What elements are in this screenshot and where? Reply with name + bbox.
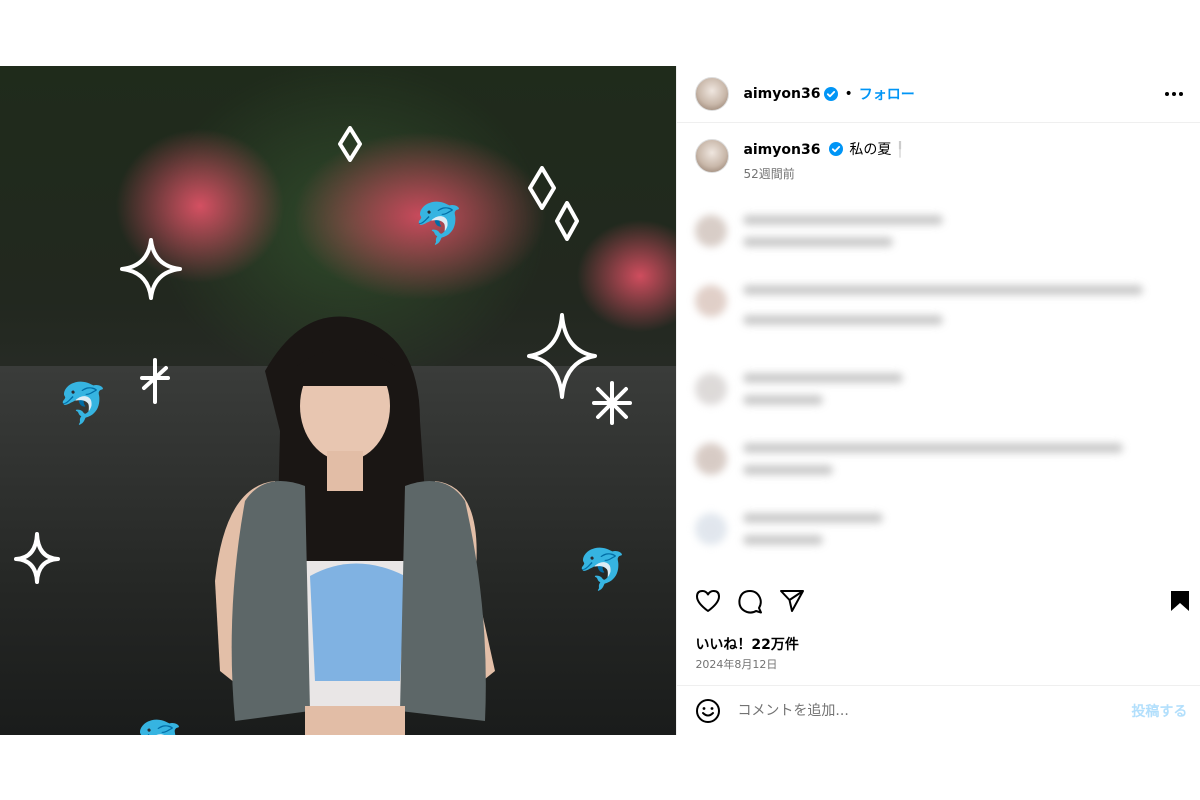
- dolphin-emoji: 🐬: [134, 722, 184, 735]
- comment-item: [695, 373, 904, 417]
- verified-badge-icon: [828, 142, 843, 156]
- comments-list-blurred: [677, 203, 1200, 583]
- sparkle-icon: [14, 532, 60, 584]
- sparkle-icon: [528, 166, 556, 210]
- avatar[interactable]: [695, 77, 730, 111]
- add-comment-bar: 投稿する: [677, 685, 1200, 736]
- caption-timestamp[interactable]: 52週間前: [743, 165, 904, 182]
- exclamation-icon: ╿: [895, 142, 905, 158]
- follow-button[interactable]: フォロー: [859, 84, 915, 104]
- sparkle-icon: [338, 126, 362, 162]
- like-count[interactable]: いいね！22万件: [695, 634, 798, 654]
- more-horizontal-icon[interactable]: [1164, 91, 1184, 97]
- verified-badge-icon: [824, 87, 839, 101]
- post-photo[interactable]: 🐬 🐬 🐬 🐬: [0, 66, 677, 735]
- sparkle-icon: [592, 381, 632, 425]
- action-bar: [695, 589, 1191, 623]
- post-header: aimyon36 • フォロー: [677, 66, 1200, 123]
- heart-icon[interactable]: [695, 589, 721, 613]
- comment-item: [695, 215, 944, 259]
- instagram-post: 🐬 🐬 🐬 🐬 aimyon36 • フォロー aimyon36: [0, 66, 1200, 735]
- avatar[interactable]: [695, 139, 730, 173]
- comment-item: [695, 513, 884, 557]
- dolphin-emoji: 🐬: [414, 201, 464, 247]
- sparkle-icon: [140, 358, 170, 404]
- share-icon[interactable]: [779, 589, 805, 613]
- caption-username[interactable]: aimyon36: [743, 142, 820, 158]
- caption-body: aimyon36 私の夏 ╿ 52週間前: [743, 139, 904, 182]
- dolphin-emoji: 🐬: [577, 547, 627, 593]
- separator: •: [844, 86, 853, 102]
- emoji-icon[interactable]: [695, 698, 721, 724]
- comment-item: [695, 285, 1144, 337]
- dolphin-emoji: 🐬: [58, 381, 108, 427]
- comment-input[interactable]: [735, 702, 1100, 720]
- comment-item: [695, 443, 1124, 487]
- sparkle-icon: [555, 201, 579, 241]
- person-figure: [215, 316, 495, 735]
- post-caption: aimyon36 私の夏 ╿ 52週間前: [677, 123, 1200, 182]
- bookmark-icon[interactable]: [1169, 589, 1191, 613]
- username-link[interactable]: aimyon36: [743, 86, 820, 102]
- post-sidebar: aimyon36 • フォロー aimyon36 私の夏 ╿ 52週間前 いいね…: [676, 66, 1200, 735]
- sparkle-icon: [527, 313, 597, 399]
- post-date[interactable]: 2024年8月12日: [695, 656, 777, 672]
- sparkle-icon: [120, 238, 182, 300]
- caption-text: 私の夏: [849, 142, 892, 158]
- post-comment-button[interactable]: 投稿する: [1131, 701, 1187, 721]
- comment-icon[interactable]: [737, 589, 763, 615]
